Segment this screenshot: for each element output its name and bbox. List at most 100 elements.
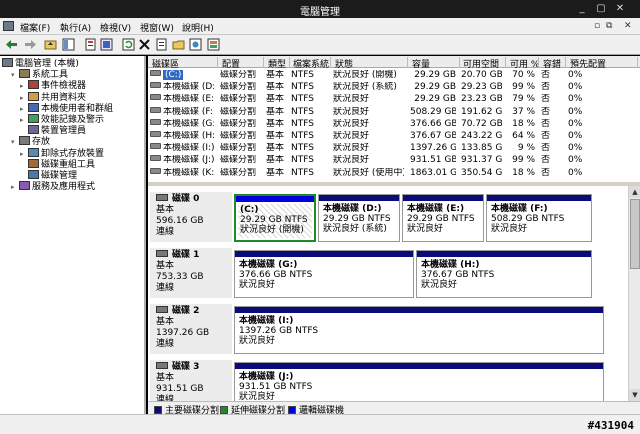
table-cell-type: 基本 — [266, 155, 285, 166]
table-cell-capacity: 1397.26 GB — [410, 143, 456, 154]
partition-bar — [487, 195, 591, 201]
expand-toggle-icon[interactable]: ▾ — [11, 137, 19, 148]
scroll-up-arrow-icon[interactable]: ▲ — [629, 186, 640, 198]
column-header[interactable]: 可用空間 — [461, 57, 506, 68]
menu-file[interactable]: 檔案(F) — [20, 21, 50, 34]
tree-item-label: 磁碟重組工具 — [41, 159, 96, 170]
partition-block[interactable]: 本機磁碟 (G:) 376.66 GB NTFS 狀況良好 — [234, 250, 414, 298]
tree-item-label: 本機使用者和群組 — [41, 103, 114, 114]
table-row[interactable]: 本機磁碟 (G:) 磁碟分割 基本 NTFS 狀況良好 376.66 GB 70.72 GB… — [148, 118, 640, 130]
column-header[interactable]: 可用 % — [508, 57, 539, 68]
table-cell-free: 70.72 GB — [461, 118, 502, 129]
tree-item[interactable]: 電腦管理 (本機) — [2, 58, 79, 69]
table-row[interactable]: (C:) 磁碟分割 基本 NTFS 狀況良好 (開機) 29.29 GB 20.70 GB 7… — [148, 70, 640, 81]
disk-label[interactable]: 磁碟 2 基本 1397.26 GB 連線 — [150, 304, 232, 354]
partition-bar — [235, 251, 413, 257]
partition-block[interactable]: 本機磁碟 (F:) 508.29 GB NTFS 狀況良好 — [486, 194, 592, 242]
tree-item[interactable]: ▸ 共用資料夾 — [20, 91, 86, 103]
tree-item[interactable]: ▸ 效能記錄及警示 — [20, 114, 104, 125]
table-cell-fs: NTFS — [291, 143, 314, 154]
hard-disk-icon — [156, 306, 168, 313]
tree-item[interactable]: ▸ 卸除式存放裝置 — [20, 147, 104, 159]
tree-item[interactable]: ▾ 存放 — [11, 136, 50, 147]
table-row[interactable]: 本機磁碟 (I:) 磁碟分割基本 NTFS 狀況良好 1397.26 GB 133.85 … — [148, 143, 640, 154]
tree-item[interactable]: ▸ 服務及應用程式 — [11, 181, 95, 192]
back-arrow-icon[interactable] — [5, 38, 18, 51]
partition-block[interactable]: 本機磁碟 (H:) 376.67 GB NTFS 狀況良好 — [416, 250, 592, 298]
disk-view-scrollbar[interactable]: ▲ ▼ — [628, 186, 640, 401]
computer-icon — [2, 58, 13, 67]
minimize-button[interactable]: _ — [575, 2, 589, 15]
disk-label[interactable]: 磁碟 3 基本 931.51 GB 連線 — [150, 360, 232, 401]
table-row[interactable]: 本機磁碟 (F:) 磁碟分割 基本 NTFS 狀況良好 508.29 GB 191.62 G… — [148, 106, 640, 118]
export-list-icon[interactable] — [155, 38, 168, 51]
refresh-icon[interactable] — [122, 38, 135, 51]
menu-window[interactable]: 視窗(W) — [140, 21, 174, 34]
partition-title: 本機磁碟 (F:) — [491, 204, 548, 214]
up-folder-icon[interactable] — [44, 38, 57, 51]
close-child-icon[interactable]: ✕ — [624, 21, 632, 31]
properties-icon[interactable] — [84, 38, 97, 51]
table-cell-fault: 否 — [541, 118, 551, 129]
tree-item[interactable]: ▾ 系統工具 — [11, 69, 68, 80]
expand-toggle-icon[interactable]: ▾ — [11, 70, 19, 81]
partition-block[interactable]: (C:) 29.29 GB NTFS 狀況良好 (開機) — [234, 194, 316, 242]
volume-list-header: 磁碟區 配置 類型 檔案系統 狀態 容量 可用空間 可用 % 容錯 預先配置 — [148, 56, 640, 68]
table-row[interactable]: 本機磁碟 (J:) 磁碟分割 基本 NTFS 狀況良好 931.51 GB 931.37 G… — [148, 155, 640, 166]
help-icon[interactable] — [100, 38, 113, 51]
expand-toggle-icon[interactable]: ▸ — [11, 182, 19, 193]
table-row[interactable]: 本機磁碟 (H:) 磁碟分割 基本 NTFS 狀況良好 376.67 GB 243.22 G… — [148, 131, 640, 142]
partition-block[interactable]: 本機磁碟 (D:) 29.29 GB NTFS 狀況良好 (系統) — [318, 194, 400, 242]
forward-arrow-icon[interactable] — [24, 38, 37, 51]
tree-item[interactable]: 磁碟管理 — [20, 170, 77, 181]
disk-label[interactable]: 磁碟 0 基本 596.16 GB 連線 — [150, 192, 232, 242]
restore-child-icon[interactable]: ▫ — [594, 21, 600, 31]
table-cell-fault: 否 — [541, 167, 551, 178]
volume-name-cell: 本機磁碟 (E:) — [150, 94, 214, 105]
column-header[interactable]: 磁碟區 — [150, 57, 218, 68]
partition-block[interactable]: 本機磁碟 (E:) 29.29 GB NTFS 狀況良好 — [402, 194, 484, 242]
partition-block[interactable]: 本機磁碟 (J:) 931.51 GB NTFS 狀況良好 — [234, 362, 604, 401]
table-cell-capacity: 376.67 GB — [410, 131, 456, 141]
app-icon[interactable] — [3, 21, 14, 31]
menu-bar: 檔案(F) 執行(A) 檢視(V) 視窗(W) 說明(H) ▫ ⧉ ✕ — [0, 18, 640, 35]
tree-item[interactable]: 裝置管理員 — [20, 125, 86, 136]
partition-status: 狀況良好 — [239, 336, 276, 346]
column-header[interactable]: 預先配置 — [568, 57, 638, 68]
menu-action[interactable]: 執行(A) — [60, 21, 91, 34]
column-header[interactable]: 檔案系統 — [291, 57, 331, 68]
scroll-down-arrow-icon[interactable]: ▼ — [629, 389, 640, 401]
volume-icon — [150, 155, 161, 162]
column-header[interactable]: 類型 — [266, 57, 290, 68]
scroll-thumb[interactable] — [630, 199, 640, 269]
view-icon[interactable] — [207, 38, 220, 51]
menu-view[interactable]: 檢視(V) — [100, 21, 131, 34]
tree-item[interactable]: ▸ 事件檢視器 — [20, 80, 86, 91]
menu-help[interactable]: 說明(H) — [182, 21, 214, 34]
maximize-button[interactable]: ▢ — [594, 2, 608, 15]
delete-icon[interactable] — [138, 38, 151, 51]
check-disk-icon[interactable] — [189, 38, 202, 51]
tree-item[interactable]: ▸ 本機使用者和群組 — [20, 102, 114, 114]
table-cell-status: 狀況良好 (開機) — [333, 70, 397, 80]
tree-item[interactable]: 磁碟重組工具 — [20, 158, 96, 170]
table-row[interactable]: 本機磁碟 (D:) 磁碟分割 基本 NTFS 狀況良好 (系統) 29.29 GB 29.2… — [148, 82, 640, 93]
open-folder-icon[interactable] — [172, 38, 185, 51]
table-cell-fault: 否 — [541, 131, 551, 141]
column-header[interactable]: 狀態 — [333, 57, 408, 68]
disk-label[interactable]: 磁碟 1 基本 753.33 GB 連線 — [150, 248, 232, 298]
column-header[interactable]: 容錯 — [541, 57, 566, 68]
restore-child-window-icon[interactable]: ⧉ — [606, 21, 612, 31]
table-row[interactable]: 本機磁碟 (K:) 磁碟分割基本 NTFS 狀況良好 (使用中) 1863.01 GB 3… — [148, 167, 640, 179]
partition-status: 狀況良好 — [407, 224, 444, 234]
close-button[interactable]: ✕ — [613, 2, 627, 15]
column-header[interactable]: 容量 — [410, 57, 460, 68]
table-row[interactable]: 本機磁碟 (E:) 磁碟分割 基本 NTFS 狀況良好 29.29 GB 23.23 GB 7… — [148, 94, 640, 105]
table-cell-fs: NTFS — [291, 82, 314, 93]
table-cell-capacity: 29.29 GB — [414, 94, 456, 105]
column-header[interactable]: 配置 — [220, 57, 264, 68]
partition-block[interactable]: 本機磁碟 (I:) 1397.26 GB NTFS 狀況良好 — [234, 306, 604, 354]
show-hide-tree-icon[interactable] — [62, 38, 75, 51]
removable-storage-icon — [28, 147, 39, 157]
disk-size: 596.16 GB — [156, 216, 204, 226]
